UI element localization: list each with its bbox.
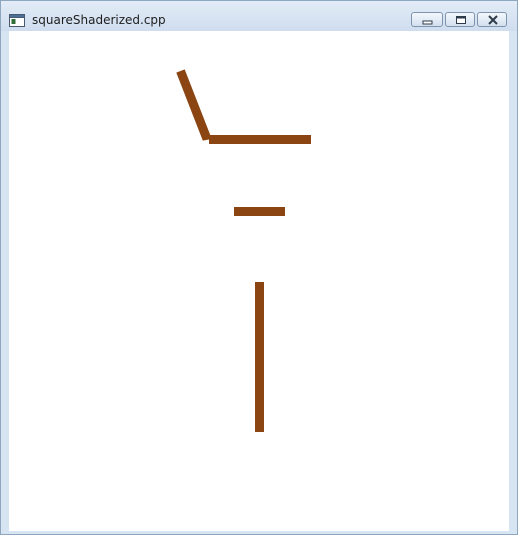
canvas-drawing xyxy=(176,69,311,432)
close-button[interactable] xyxy=(477,12,507,27)
restore-button[interactable] xyxy=(445,12,475,27)
middle-horizontal-bar xyxy=(234,207,285,216)
vertical-bar xyxy=(255,282,264,432)
render-canvas[interactable] xyxy=(9,31,509,531)
title-bar[interactable]: squareShaderized.cpp xyxy=(1,1,517,31)
angled-stroke xyxy=(176,69,212,141)
window-title: squareShaderized.cpp xyxy=(32,13,166,27)
application-window-icon xyxy=(9,12,25,27)
minimize-button[interactable] xyxy=(411,12,443,27)
app-window: squareShaderized.cpp xyxy=(0,0,518,535)
minimize-icon xyxy=(422,20,433,25)
restore-icon xyxy=(456,16,466,24)
close-icon xyxy=(488,15,498,25)
upper-horizontal-bar xyxy=(209,135,311,144)
